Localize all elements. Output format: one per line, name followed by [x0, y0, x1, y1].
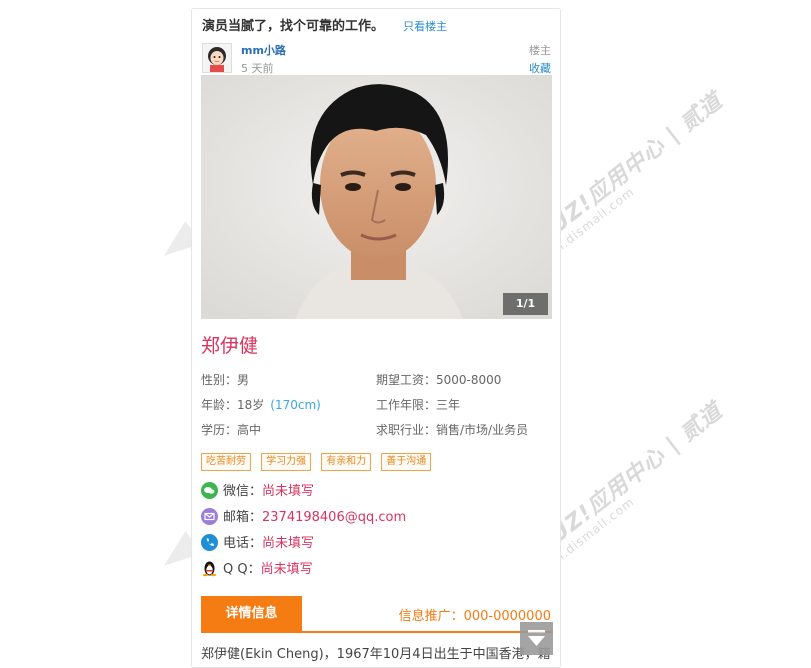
contact-email: 邮箱：2374198406@qq.com	[201, 508, 406, 528]
wechat-value: 尚未填写	[262, 484, 315, 499]
work-years: 工作年限：三年	[376, 398, 461, 412]
post-time: 5 天前	[241, 62, 274, 75]
contact-wechat: 微信：尚未填写	[201, 482, 314, 502]
industry: 求职行业：销售/市场/业务员	[376, 423, 529, 437]
avatar-image	[203, 44, 231, 72]
qq-label: Q Q：	[223, 562, 261, 577]
chevron-down-icon	[528, 630, 545, 646]
tab-divider	[201, 631, 553, 633]
skill-tags: 吃苦耐劳 学习力强 有亲和力 善于沟通	[201, 449, 436, 471]
phone-value: 尚未填写	[262, 536, 315, 551]
gender: 性别：男	[201, 373, 250, 387]
description-text: 郑伊健(Ekin Cheng)，1967年10月4日出生于中国香港，籍	[201, 647, 551, 662]
username[interactable]: mm小路	[241, 42, 286, 58]
education: 学历：高中	[201, 423, 262, 437]
email-value[interactable]: 2374198406@qq.com	[262, 510, 406, 525]
profile-photo[interactable]: 1/1	[201, 75, 552, 319]
qq-penguin-icon	[201, 560, 218, 577]
post-title: 演员当腻了，找个可靠的工作。	[202, 19, 385, 34]
avatar[interactable]	[202, 43, 232, 73]
skill-tag: 学习力强	[261, 453, 312, 471]
email-label: 邮箱：	[223, 510, 263, 525]
candidate-name: 郑伊健	[201, 335, 259, 357]
qq-value: 尚未填写	[260, 562, 313, 577]
skill-tag: 吃苦耐劳	[201, 453, 251, 471]
skill-tag: 善于沟通	[381, 453, 432, 471]
post-header: 演员当腻了，找个可靠的工作。 只看楼主	[202, 15, 554, 35]
only-op-link[interactable]: 只看楼主	[403, 20, 447, 33]
resume-card: 演员当腻了，找个可靠的工作。 只看楼主 mm小路 5 天前 楼主 收藏 1/1 …	[191, 8, 561, 668]
wechat-label: 微信：	[223, 484, 263, 499]
contact-phone: 电话：尚未填写	[201, 534, 314, 554]
expected-salary: 期望工资：5000-8000	[376, 373, 502, 387]
phone-icon	[201, 534, 218, 551]
email-icon	[201, 508, 218, 525]
detail-info-tab[interactable]: 详情信息	[201, 596, 302, 632]
age: 年龄：18岁	[201, 398, 265, 412]
height: (170cm)	[270, 398, 321, 412]
contact-qq: Q Q：尚未填写	[201, 560, 313, 580]
scroll-down-button[interactable]	[520, 622, 553, 655]
phone-label: 电话：	[223, 536, 263, 551]
portrait-image	[201, 75, 552, 319]
photo-counter: 1/1	[503, 293, 548, 315]
wechat-icon	[201, 482, 218, 499]
op-label: 楼主	[529, 44, 551, 57]
age-row: 年龄：18岁 (170cm)	[201, 396, 321, 413]
skill-tag: 有亲和力	[321, 453, 372, 471]
favorite-link[interactable]: 收藏	[529, 60, 551, 76]
